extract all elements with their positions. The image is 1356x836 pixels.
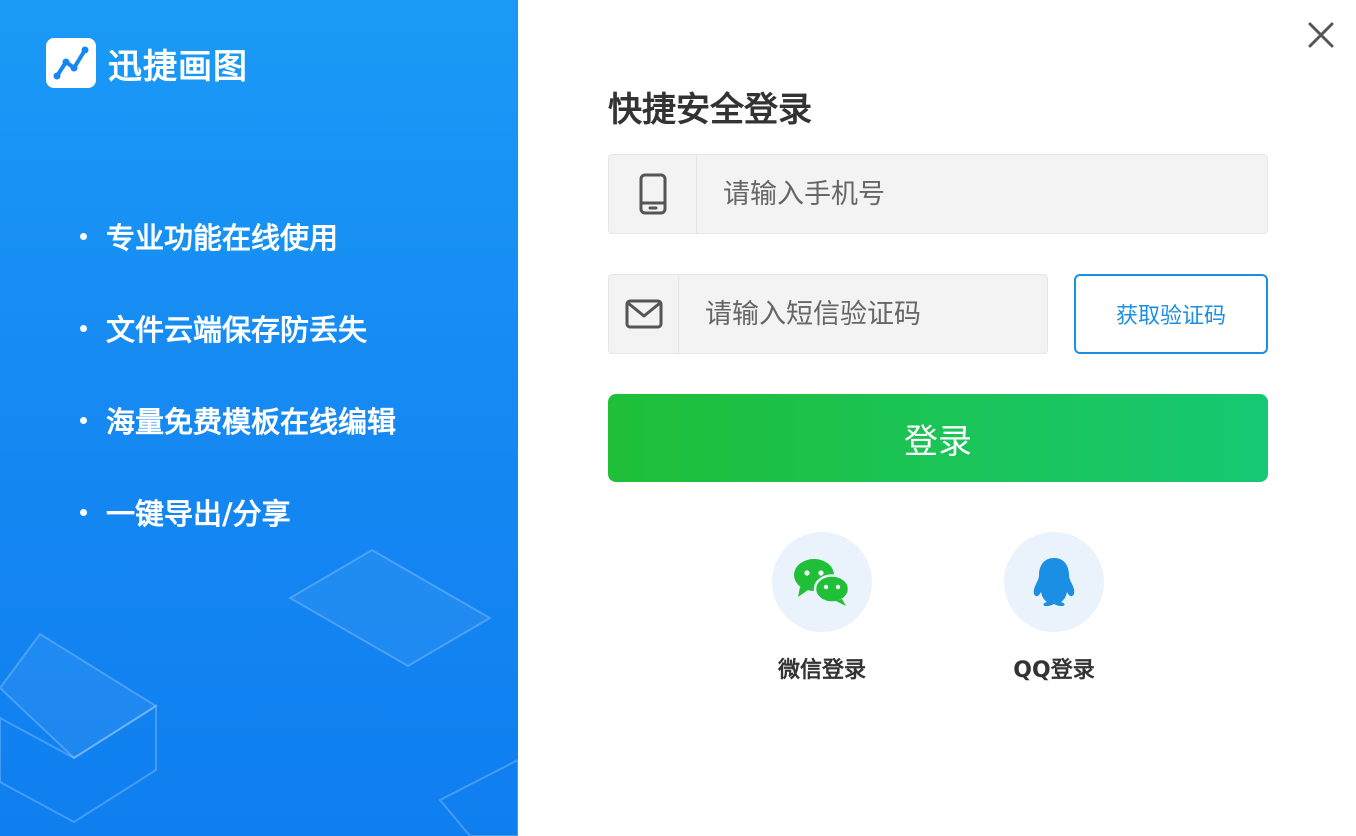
bullet-icon	[80, 416, 87, 424]
sms-code-field	[608, 274, 1048, 354]
feature-label: 专业功能在线使用	[106, 221, 339, 255]
wechat-login-button[interactable]: 微信登录	[752, 532, 892, 684]
feature-label: 文件云端保存防丢失	[106, 313, 368, 347]
envelope-icon	[609, 275, 679, 353]
brand: 迅捷画图	[46, 38, 248, 88]
wechat-login-label: 微信登录	[777, 658, 866, 683]
feature-item: 海量免费模板在线编辑	[80, 398, 396, 442]
qq-login-label: QQ登录	[1013, 658, 1095, 683]
login-button[interactable]: 登录	[608, 394, 1268, 482]
close-button[interactable]	[1304, 18, 1338, 52]
feature-item: 文件云端保存防丢失	[80, 306, 396, 350]
close-icon	[1308, 22, 1334, 48]
phone-input[interactable]	[697, 155, 1267, 233]
get-code-button[interactable]: 获取验证码	[1074, 274, 1268, 354]
bullet-icon	[80, 324, 87, 332]
brand-name: 迅捷画图	[108, 46, 248, 87]
phone-icon	[609, 155, 697, 233]
feature-list: 专业功能在线使用 文件云端保存防丢失 海量免费模板在线编辑 一键导出/分享	[80, 214, 396, 582]
bullet-icon	[80, 232, 87, 240]
bullet-icon	[80, 508, 87, 516]
brand-logo-icon	[46, 38, 96, 88]
promo-panel: 迅捷画图 专业功能在线使用 文件云端保存防丢失 海量免费模板在线编辑 一键导出/…	[0, 0, 518, 836]
feature-label: 一键导出/分享	[106, 497, 291, 531]
qq-login-button[interactable]: QQ登录	[984, 532, 1124, 684]
form-title: 快捷安全登录	[608, 90, 812, 130]
feature-item: 专业功能在线使用	[80, 214, 396, 258]
qq-icon	[1004, 532, 1104, 632]
phone-field	[608, 154, 1268, 234]
feature-label: 海量免费模板在线编辑	[106, 405, 397, 439]
feature-item: 一键导出/分享	[80, 490, 396, 534]
wechat-icon	[772, 532, 872, 632]
sms-code-input[interactable]	[679, 275, 1047, 353]
